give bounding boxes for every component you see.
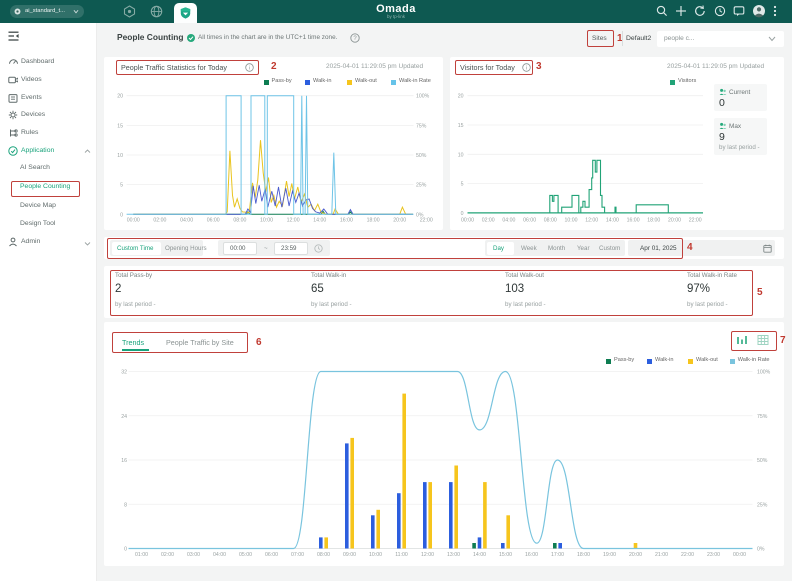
svg-text:50%: 50% (757, 458, 768, 464)
svg-text:01:00: 01:00 (135, 552, 148, 558)
svg-text:?: ? (353, 36, 357, 42)
svg-text:16:00: 16:00 (340, 218, 353, 224)
svg-text:0%: 0% (757, 547, 765, 553)
svg-text:06:00: 06:00 (207, 218, 220, 224)
svg-text:20:00: 20:00 (668, 218, 681, 224)
svg-text:04:00: 04:00 (213, 552, 226, 558)
svg-text:04:00: 04:00 (180, 218, 193, 224)
svg-text:03:00: 03:00 (187, 552, 200, 558)
svg-text:08:00: 08:00 (317, 552, 330, 558)
svg-text:06:00: 06:00 (265, 552, 278, 558)
svg-text:5: 5 (461, 182, 464, 188)
svg-text:12:00: 12:00 (585, 218, 598, 224)
svg-text:18:00: 18:00 (577, 552, 590, 558)
svg-text:75%: 75% (416, 123, 427, 129)
svg-text:14:00: 14:00 (606, 218, 619, 224)
svg-text:50%: 50% (416, 153, 427, 159)
svg-text:14:00: 14:00 (473, 552, 486, 558)
svg-text:25%: 25% (757, 502, 768, 508)
svg-text:0: 0 (120, 212, 123, 218)
svg-text:00:00: 00:00 (461, 218, 474, 224)
svg-text:100%: 100% (757, 370, 771, 376)
svg-text:24: 24 (121, 414, 127, 420)
svg-text:02:00: 02:00 (161, 552, 174, 558)
svg-text:02:00: 02:00 (153, 218, 166, 224)
svg-text:10: 10 (117, 153, 123, 159)
svg-text:100%: 100% (416, 94, 430, 100)
svg-text:05:00: 05:00 (239, 552, 252, 558)
svg-text:22:00: 22:00 (681, 552, 694, 558)
svg-text:17:00: 17:00 (551, 552, 564, 558)
svg-text:22:00: 22:00 (689, 218, 702, 224)
svg-text:16:00: 16:00 (525, 552, 538, 558)
svg-text:22:00: 22:00 (420, 218, 433, 224)
svg-text:20: 20 (458, 94, 464, 100)
svg-text:00:00: 00:00 (733, 552, 746, 558)
svg-text:10:00: 10:00 (565, 218, 578, 224)
svg-text:32: 32 (121, 370, 127, 376)
svg-text:08:00: 08:00 (544, 218, 557, 224)
svg-text:8: 8 (124, 502, 127, 508)
svg-text:09:00: 09:00 (343, 552, 356, 558)
svg-text:10:00: 10:00 (260, 218, 273, 224)
svg-text:10: 10 (458, 152, 464, 158)
svg-text:21:00: 21:00 (655, 552, 668, 558)
svg-text:11:00: 11:00 (395, 552, 408, 558)
svg-text:20: 20 (117, 94, 123, 100)
svg-text:07:00: 07:00 (291, 552, 304, 558)
svg-text:19:00: 19:00 (603, 552, 616, 558)
svg-text:20:00: 20:00 (393, 218, 406, 224)
svg-text:14:00: 14:00 (313, 218, 326, 224)
svg-text:23:00: 23:00 (707, 552, 720, 558)
svg-text:00:00: 00:00 (127, 218, 140, 224)
svg-text:12:00: 12:00 (421, 552, 434, 558)
svg-text:12:00: 12:00 (287, 218, 300, 224)
svg-text:16:00: 16:00 (627, 218, 640, 224)
svg-text:75%: 75% (757, 414, 768, 420)
svg-text:5: 5 (120, 183, 123, 189)
svg-text:18:00: 18:00 (647, 218, 660, 224)
svg-text:16: 16 (121, 458, 127, 464)
svg-text:18:00: 18:00 (367, 218, 380, 224)
svg-text:02:00: 02:00 (482, 218, 495, 224)
svg-text:10:00: 10:00 (369, 552, 382, 558)
svg-text:15: 15 (458, 123, 464, 129)
svg-text:15: 15 (117, 123, 123, 129)
svg-text:0: 0 (124, 547, 127, 553)
svg-text:15:00: 15:00 (499, 552, 512, 558)
svg-text:04:00: 04:00 (502, 218, 515, 224)
svg-text:20:00: 20:00 (629, 552, 642, 558)
svg-text:0: 0 (461, 211, 464, 217)
svg-text:13:00: 13:00 (447, 552, 460, 558)
svg-text:25%: 25% (416, 183, 427, 189)
svg-text:06:00: 06:00 (523, 218, 536, 224)
svg-text:08:00: 08:00 (233, 218, 246, 224)
